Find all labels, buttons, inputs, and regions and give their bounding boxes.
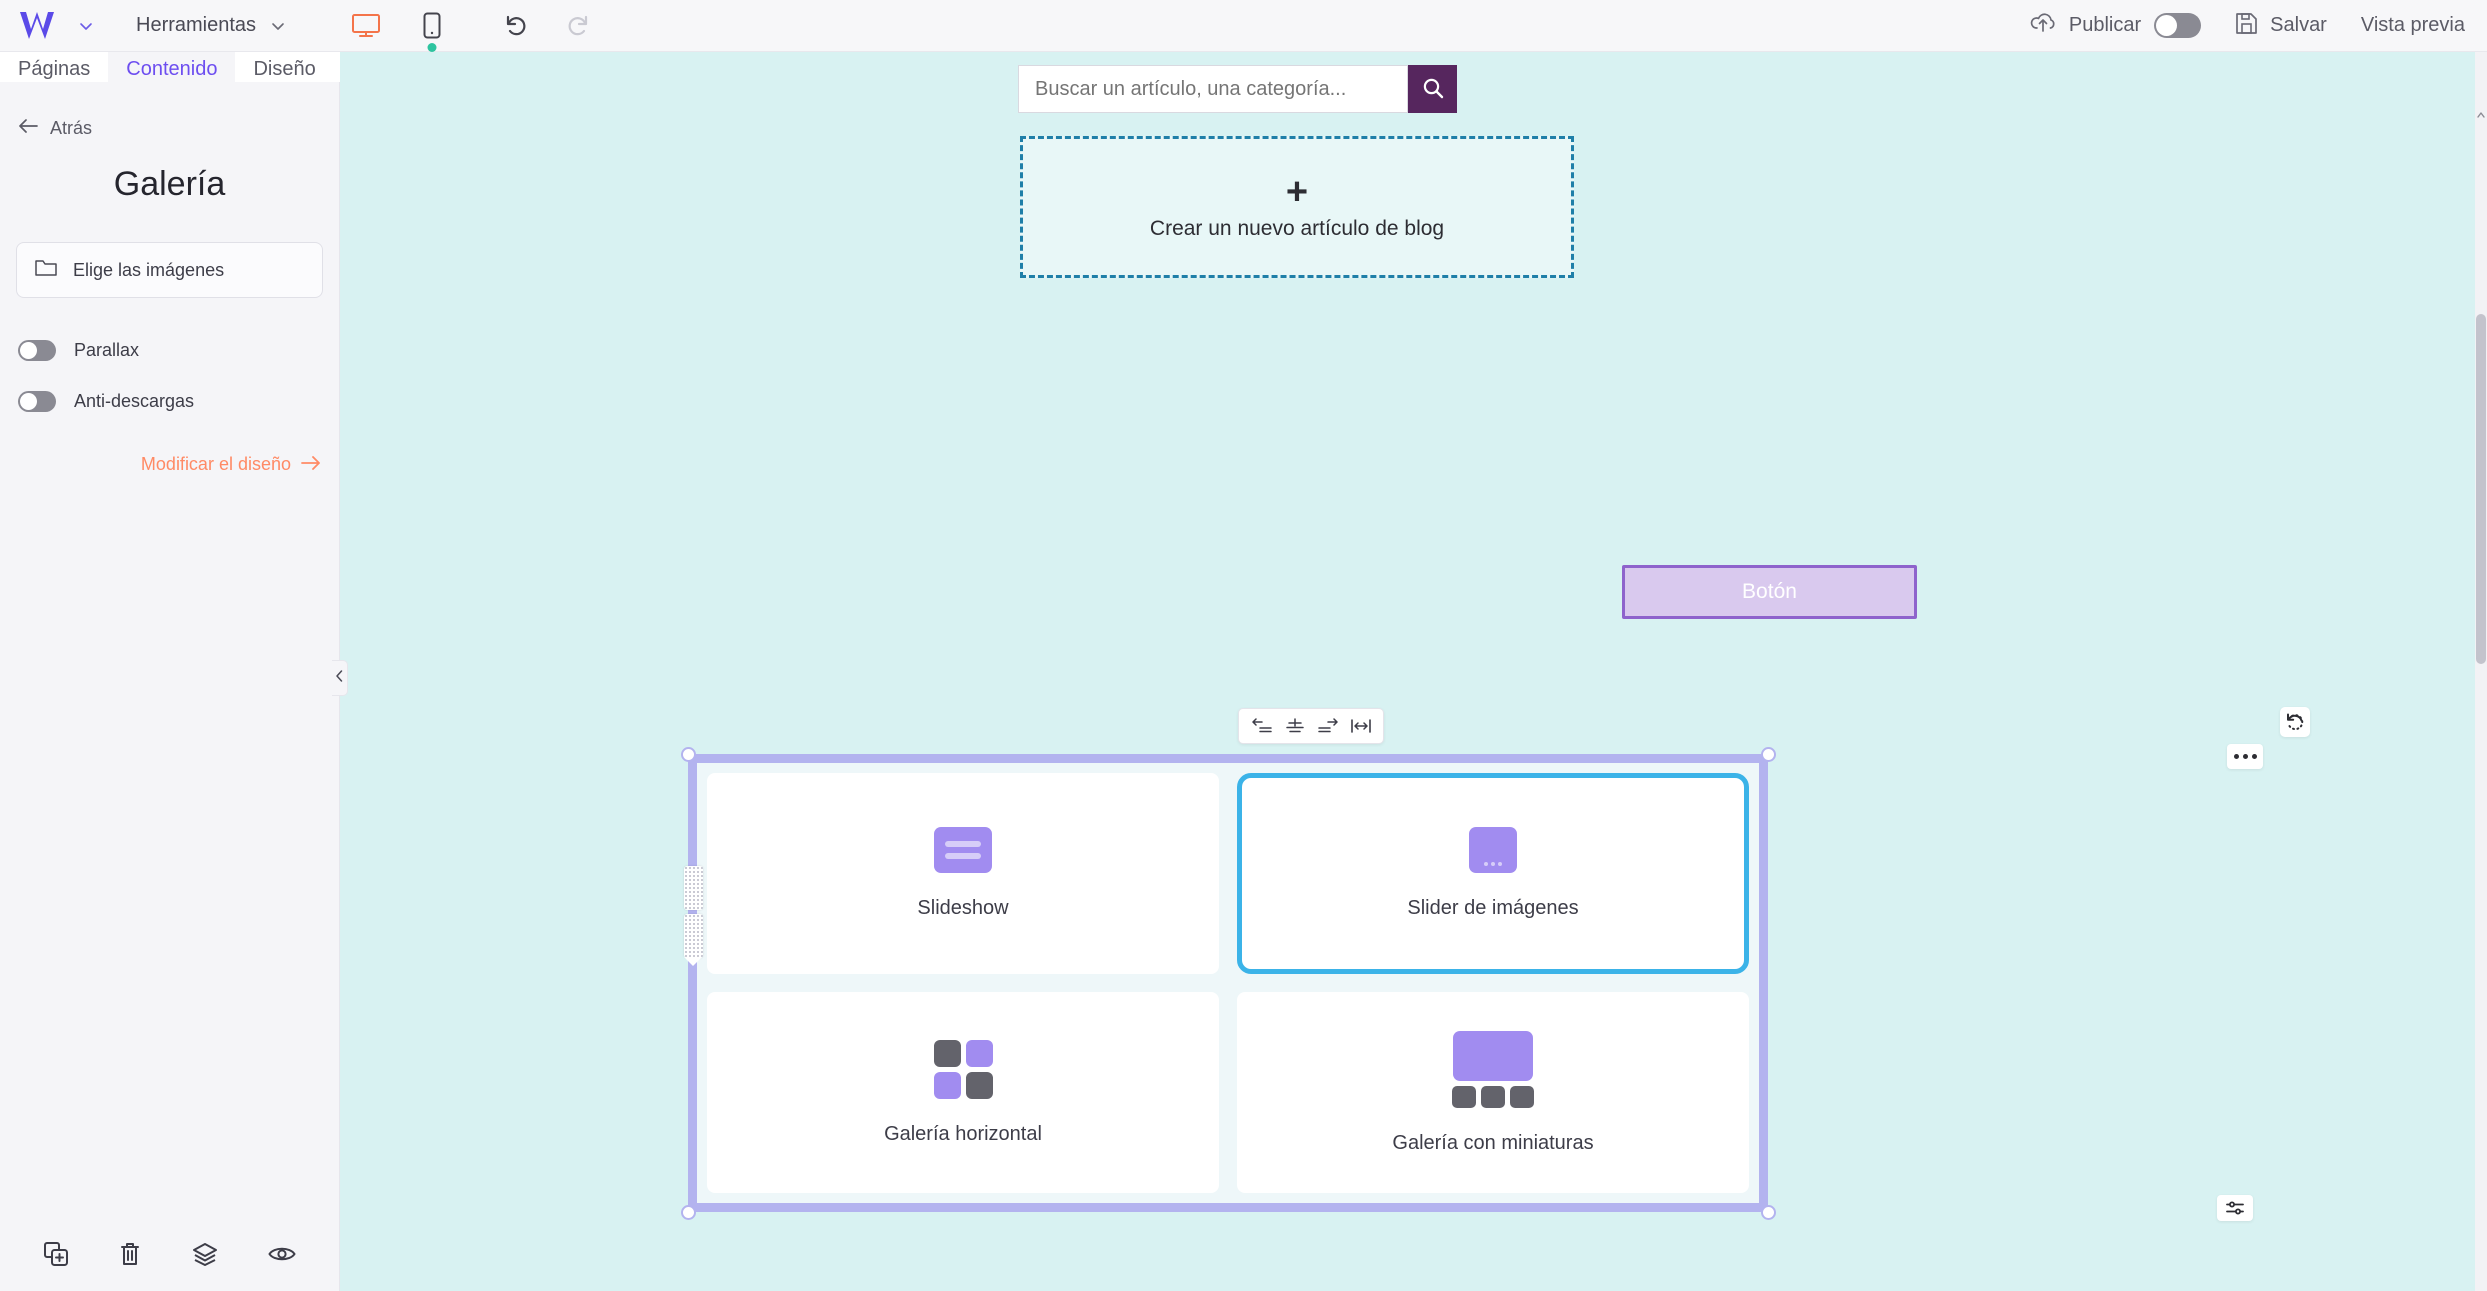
gallery-widget-selection[interactable]: Slideshow Slider de imágenes Galería hor…: [688, 754, 1768, 1212]
desktop-monitor-icon[interactable]: [346, 5, 386, 47]
duplicate-add-icon[interactable]: [43, 1241, 69, 1267]
gallery-thumbnails-icon: [1452, 1030, 1534, 1108]
left-sidebar: Páginas Contenido Diseño Atrás Galería E…: [0, 52, 340, 1291]
gallery-card-label: Galería horizontal: [884, 1122, 1042, 1145]
sidebar-collapse-handle[interactable]: [332, 660, 348, 696]
button-element-label: Botón: [1742, 580, 1797, 603]
history-controls: [504, 14, 590, 38]
slideshow-icon: [934, 827, 992, 873]
article-search: [1018, 65, 1457, 113]
drag-handle-upper[interactable]: [684, 866, 703, 910]
arrow-right-icon: [301, 454, 321, 475]
drag-handle-lower[interactable]: [684, 914, 703, 966]
align-right-icon[interactable]: [1311, 711, 1344, 741]
publish-label: Publicar: [2068, 14, 2142, 36]
image-slider-icon: [1469, 827, 1517, 873]
mobile-active-dot: [427, 42, 437, 52]
sidebar-tabs: Páginas Contenido Diseño: [0, 52, 340, 91]
wix-logo-icon[interactable]: [18, 9, 64, 43]
publish-cloud-upload-icon: [2030, 12, 2056, 39]
gallery-card-grid: Slideshow Slider de imágenes Galería hor…: [697, 763, 1759, 1203]
horizontal-gallery-grid-icon: [933, 1039, 993, 1099]
scroll-up-arrow-icon[interactable]: [2476, 108, 2486, 122]
top-toolbar: Herramientas Publicar Salvar Vista previ…: [0, 0, 2487, 52]
save-group[interactable]: Salvar: [2235, 12, 2327, 40]
tools-menu-label: Herramientas: [136, 14, 257, 36]
alignment-toolbar: [1238, 708, 1384, 744]
page-title: Galería: [113, 165, 226, 203]
reset-rotate-icon[interactable]: [2280, 707, 2310, 737]
resize-handle-top-left[interactable]: [681, 747, 696, 762]
gallery-card-label: Slideshow: [917, 897, 1009, 919]
chevron-down-icon[interactable]: [78, 18, 94, 34]
tab-paginas[interactable]: Páginas: [0, 52, 108, 91]
layers-icon[interactable]: [192, 1242, 218, 1266]
arrow-left-icon: [18, 119, 38, 138]
chevron-left-icon: [336, 669, 343, 687]
search-input[interactable]: [1018, 65, 1408, 113]
editor-canvas: + Crear un nuevo artículo de blog Botón: [340, 52, 2487, 1291]
canvas-scrollbar-track[interactable]: [2475, 52, 2487, 1291]
eye-icon[interactable]: [268, 1244, 296, 1264]
parallax-row[interactable]: Parallax: [18, 340, 339, 361]
gallery-card-slider[interactable]: Slider de imágenes: [1237, 773, 1749, 974]
gallery-card-thumbnails[interactable]: Galería con miniaturas: [1237, 992, 1749, 1193]
parallax-label: Parallax: [74, 340, 140, 360]
sidebar-bottom-toolbar: [0, 1217, 339, 1291]
resize-handle-bottom-left[interactable]: [681, 1205, 696, 1220]
anti-descargas-label: Anti-descargas: [74, 391, 195, 411]
device-switcher: [346, 5, 452, 52]
choose-images-button[interactable]: Elige las imágenes: [16, 242, 323, 298]
mobile-phone-icon[interactable]: [412, 5, 452, 52]
topbar-right-actions: Publicar Salvar Vista previa: [2030, 12, 2487, 40]
folder-icon: [35, 259, 57, 282]
logo-group[interactable]: [18, 9, 94, 43]
align-center-icon[interactable]: [1278, 711, 1311, 741]
modify-design-link[interactable]: Modificar el diseño: [0, 454, 321, 475]
resize-handle-top-right[interactable]: [1761, 747, 1776, 762]
align-left-icon[interactable]: [1245, 711, 1278, 741]
stretch-width-icon[interactable]: [1344, 711, 1377, 741]
floppy-disk-save-icon: [2235, 12, 2258, 40]
trash-icon[interactable]: [119, 1241, 141, 1267]
choose-images-label: Elige las imágenes: [73, 259, 225, 280]
search-icon: [1422, 77, 1444, 102]
more-dots-icon[interactable]: [2227, 744, 2263, 769]
create-blog-post-label: Crear un nuevo artículo de blog: [1149, 217, 1445, 240]
resize-handle-bottom-right[interactable]: [1761, 1205, 1776, 1220]
preview-button[interactable]: Vista previa: [2361, 14, 2465, 37]
gallery-card-horizontal[interactable]: Galería horizontal: [707, 992, 1219, 1193]
save-label: Salvar: [2270, 14, 2327, 36]
button-element[interactable]: Botón: [1622, 565, 1917, 619]
back-label: Atrás: [50, 118, 93, 138]
gallery-card-label: Slider de imágenes: [1407, 897, 1579, 919]
canvas-scrollbar-thumb[interactable]: [2476, 314, 2486, 664]
search-button[interactable]: [1408, 65, 1457, 113]
plus-icon: +: [1285, 171, 1309, 213]
parallax-toggle[interactable]: [18, 340, 56, 361]
app-root: Herramientas Publicar Salvar Vista previ…: [0, 0, 2487, 1291]
create-blog-post-placeholder[interactable]: + Crear un nuevo artículo de blog: [1020, 136, 1574, 278]
anti-descargas-toggle[interactable]: [18, 391, 56, 412]
tools-menu-button[interactable]: Herramientas: [136, 14, 286, 37]
tab-diseno[interactable]: Diseño: [235, 52, 333, 91]
redo-arrow-icon: [564, 14, 590, 38]
anti-descargas-row[interactable]: Anti-descargas: [18, 391, 339, 412]
modify-design-label: Modificar el diseño: [140, 454, 291, 474]
settings-sliders-icon[interactable]: [2217, 1195, 2253, 1221]
gallery-card-label: Galería con miniaturas: [1392, 1131, 1594, 1154]
tab-contenido[interactable]: Contenido: [108, 52, 236, 91]
publish-group[interactable]: Publicar: [2030, 12, 2202, 39]
chevron-down-icon: [270, 18, 286, 34]
undo-arrow-icon[interactable]: [504, 14, 530, 38]
publish-toggle[interactable]: [2154, 13, 2202, 38]
back-button[interactable]: Atrás: [18, 118, 339, 139]
gallery-card-slideshow[interactable]: Slideshow: [707, 773, 1219, 974]
